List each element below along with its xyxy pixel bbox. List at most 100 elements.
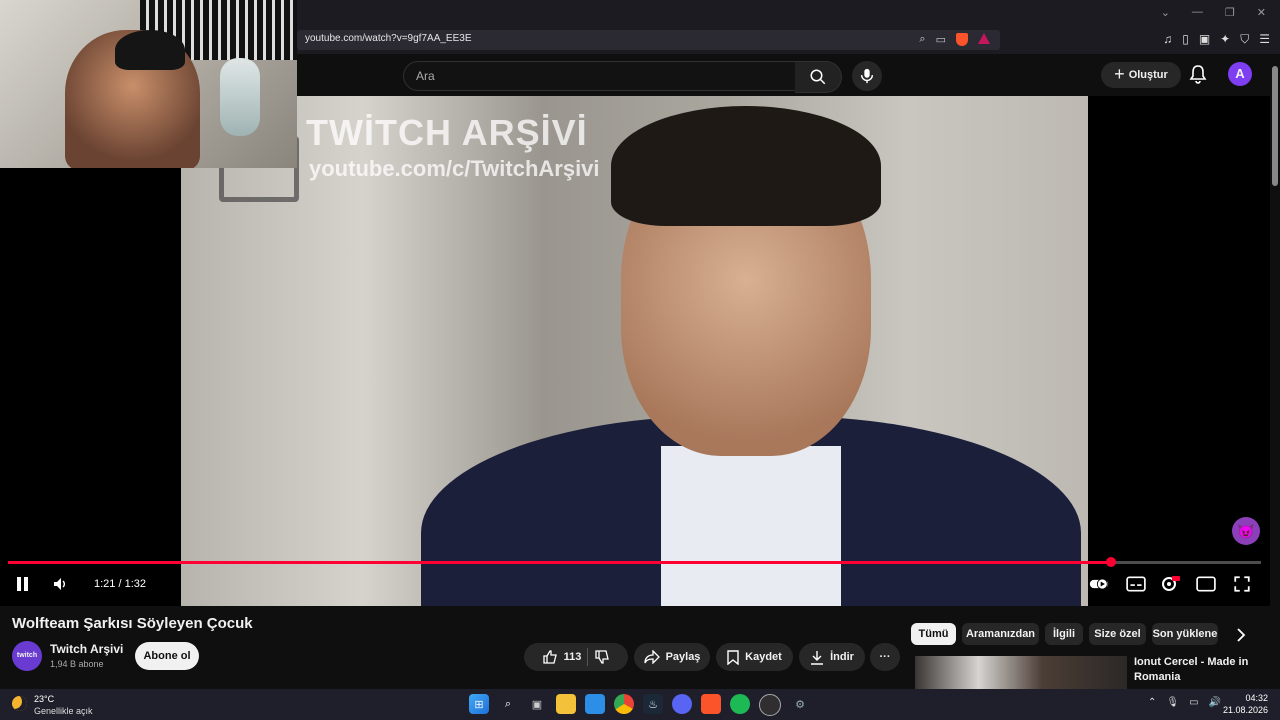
brave-browser-icon[interactable] — [701, 694, 721, 714]
save-label: Kaydet — [745, 651, 782, 663]
clock-date[interactable]: 21.08.2026 — [1222, 705, 1268, 715]
chip-recently-uploaded[interactable]: Son yüklene — [1152, 623, 1218, 645]
channel-name[interactable]: Twitch Arşivi — [50, 642, 123, 656]
tray-display-icon[interactable]: ▭ — [1189, 697, 1198, 708]
menu-icon[interactable]: ☰ — [1259, 32, 1270, 47]
weather-description[interactable]: Genellikle açık — [34, 706, 93, 716]
task-view-icon[interactable]: ▣ — [527, 694, 547, 714]
spotify-icon[interactable] — [730, 694, 750, 714]
subtitles-icon[interactable] — [1126, 575, 1146, 593]
music-icon[interactable]: ♫ — [1163, 32, 1172, 47]
voice-search-button[interactable] — [852, 61, 882, 91]
address-bar-icons: ⌕ ▭ — [919, 33, 990, 46]
watermark-title: TWİTCH ARŞİVİ — [306, 112, 588, 153]
subscribe-button[interactable]: Abone ol — [135, 642, 199, 670]
browser-toolbar-icons: ♫ ▯ ▣ ✦ ⛉ ☰ — [1163, 32, 1270, 47]
dislike-icon[interactable] — [594, 649, 610, 665]
chip-related[interactable]: İlgili — [1045, 623, 1083, 645]
tabs-dropdown-button[interactable]: ⌄ — [1161, 6, 1170, 19]
minimize-button[interactable]: — — [1192, 6, 1203, 19]
page-scrollbar[interactable] — [1270, 54, 1280, 690]
time-display: 1:21 / 1:32 — [94, 578, 146, 590]
devil-emoji-icon: 😈 — [1232, 517, 1260, 545]
autoplay-toggle-icon[interactable] — [1089, 575, 1109, 593]
video-title: Wolfteam Şarkısı Söyleyen Çocuk — [12, 615, 253, 632]
tray-microphone-icon[interactable]: 🎙 — [1166, 697, 1179, 708]
video-frame[interactable]: TWİTCH ARŞİVİ youtube.com/c/TwitchArşivi — [181, 96, 1088, 606]
file-explorer-icon[interactable] — [556, 694, 576, 714]
taskbar-apps: ⊞ ⌕ ▣ ♨ ⚙ — [469, 694, 810, 716]
video-progress-bar[interactable] — [8, 557, 1261, 567]
download-icon — [811, 650, 824, 665]
clock-time[interactable]: 04:32 — [1228, 693, 1268, 703]
chip-from-search[interactable]: Aramanızdan — [962, 623, 1039, 645]
cast-icon[interactable]: ▭ — [936, 33, 946, 46]
search-button[interactable] — [795, 61, 842, 93]
weather-moon-icon[interactable] — [12, 696, 27, 711]
settings-gear-icon[interactable] — [1160, 575, 1180, 593]
wallet-icon[interactable]: ▣ — [1199, 32, 1210, 47]
video-player[interactable]: TWİTCH ARŞİVİ youtube.com/c/TwitchArşivi — [0, 96, 1270, 606]
like-count[interactable]: 113 — [564, 651, 582, 663]
chip-all[interactable]: Tümü — [911, 623, 956, 645]
zoom-icon[interactable]: ⌕ — [919, 33, 925, 46]
search-placeholder: Ara — [416, 69, 435, 83]
webcam-overlay — [0, 0, 297, 168]
theater-mode-icon[interactable] — [1196, 575, 1216, 593]
create-button[interactable]: + Oluştur — [1101, 62, 1181, 88]
create-label: Oluştur — [1128, 69, 1168, 81]
recommendation-thumbnail[interactable] — [915, 656, 1127, 690]
share-button[interactable]: Paylaş — [634, 643, 710, 671]
close-button[interactable]: ✕ — [1257, 6, 1266, 19]
recommendation-title[interactable]: Ionut Cercel - Made in Romania — [1134, 655, 1254, 685]
webcam-microphone — [220, 58, 260, 136]
leo-ai-icon[interactable]: ✦ — [1220, 32, 1230, 47]
obs-icon[interactable] — [759, 694, 781, 716]
notifications-bell-icon[interactable] — [1189, 64, 1207, 84]
tray-volume-icon[interactable]: 🔊 — [1209, 697, 1221, 708]
volume-icon[interactable] — [52, 576, 68, 592]
windows-start-icon[interactable]: ⊞ — [469, 694, 489, 714]
save-button[interactable]: Kaydet — [716, 643, 793, 671]
share-label: Paylaş — [665, 651, 701, 663]
download-button[interactable]: İndir — [799, 643, 865, 671]
chevron-right-icon[interactable] — [1235, 628, 1247, 642]
progress-scrubber[interactable] — [1105, 557, 1116, 567]
search-icon — [810, 69, 826, 85]
progress-fill — [8, 561, 1111, 564]
tray-chevron-up-icon[interactable]: ⌃ — [1148, 697, 1156, 708]
vpn-icon[interactable]: ⛉ — [1240, 32, 1249, 47]
chip-for-you[interactable]: Size özel — [1089, 623, 1146, 645]
webcam-person-hair — [115, 30, 185, 70]
search-input[interactable]: Ara — [403, 61, 797, 91]
system-tray: ⌃ 🎙 ▭ 🔊 — [1148, 697, 1221, 708]
share-icon — [643, 650, 660, 664]
like-icon[interactable] — [542, 649, 558, 665]
youtube-header: Ara + Oluştur A — [297, 54, 1280, 96]
watermark-url: youtube.com/c/TwitchArşivi — [309, 156, 600, 181]
plus-icon: + — [1114, 63, 1125, 84]
microsoft-store-icon[interactable] — [585, 694, 605, 714]
like-dislike-group: 113 — [524, 643, 628, 671]
steam-icon[interactable]: ♨ — [643, 694, 663, 714]
discord-icon[interactable] — [672, 694, 692, 714]
taskbar-search-icon[interactable]: ⌕ — [498, 694, 518, 714]
brave-rewards-icon[interactable] — [978, 33, 990, 44]
more-icon: ··· — [879, 651, 891, 663]
video-content-hair — [611, 106, 881, 226]
account-avatar[interactable]: A — [1228, 62, 1252, 86]
weather-temperature[interactable]: 23°C — [34, 694, 54, 704]
video-content-shirt — [661, 446, 841, 606]
sidebar-icon[interactable]: ▯ — [1182, 32, 1189, 47]
scrollbar-thumb[interactable] — [1272, 66, 1278, 186]
more-actions-button[interactable]: ··· — [870, 643, 900, 671]
url-text: youtube.com/watch?v=9gf7AA_EE3E — [305, 33, 472, 44]
fullscreen-icon[interactable] — [1232, 575, 1252, 593]
address-bar[interactable]: youtube.com/watch?v=9gf7AA_EE3E ⌕ ▭ — [297, 30, 1000, 50]
pause-button[interactable] — [16, 577, 30, 591]
chrome-icon[interactable] — [614, 694, 634, 714]
maximize-button[interactable]: ❐ — [1225, 6, 1235, 19]
channel-avatar[interactable]: twitch — [12, 641, 42, 671]
brave-shield-icon[interactable] — [956, 33, 968, 46]
settings-app-icon[interactable]: ⚙ — [790, 694, 810, 714]
